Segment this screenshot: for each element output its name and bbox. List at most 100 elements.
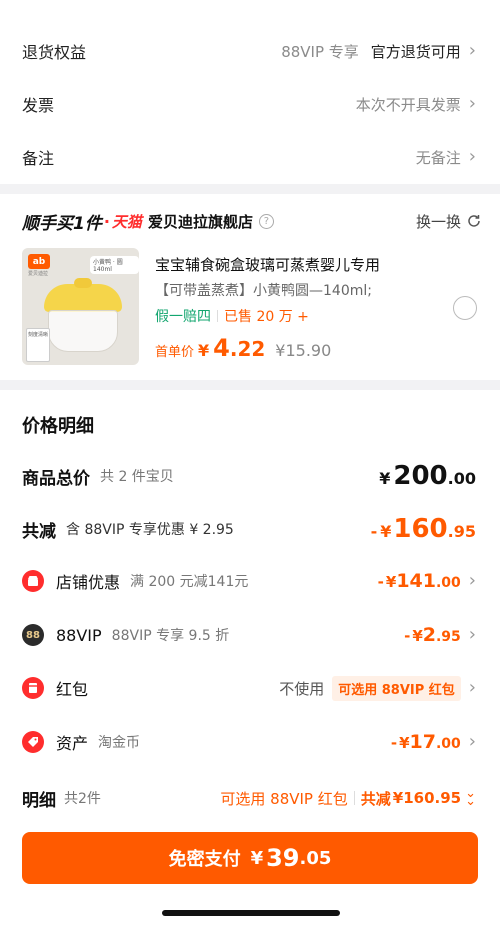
asset-row[interactable]: 资产 淘金币 - ¥ 17 .00 ›: [0, 722, 500, 762]
price-detail-card: 价格明细 商品总价 共 2 件宝贝 ¥ 200 .00 共减 含 88VIP 专…: [0, 390, 500, 928]
vip-amount: - ¥ 2 .95: [404, 624, 461, 646]
vip-tag: 88VIP 专享: [281, 42, 359, 61]
total-sub: 共 2 件宝贝: [100, 469, 174, 485]
tag-icon: [22, 731, 44, 753]
product-spec[interactable]: 【可带盖蒸煮】小黄鸭圆—140ml;: [155, 280, 455, 300]
vip-redpacket-tag[interactable]: 可选用 88VIP 红包: [332, 675, 461, 701]
product-price: 首单价 ¥ 4 .22 ¥15.90: [155, 334, 455, 362]
price-label: 首单价: [155, 345, 195, 360]
guarantee-badge: 假一赔四: [155, 309, 211, 325]
reduce-row: 共减 含 88VIP 专享优惠 ¥ 2.95 - ¥ 160 .95: [0, 507, 500, 551]
amount-sign: -: [377, 573, 384, 591]
amount-int: 17: [409, 731, 436, 753]
vip-label: 88VIP: [56, 625, 102, 645]
select-radio[interactable]: [453, 296, 477, 320]
total-label: 商品总价: [22, 468, 90, 489]
total-int: 200: [393, 461, 448, 491]
thumb-side: 刻度清晰: [27, 332, 48, 338]
invoice-row[interactable]: 发票 本次不开具发票 ›: [0, 77, 500, 131]
amount-dec: .00: [435, 736, 461, 752]
thumb-tag: 小黄鸭 · 圆140ml: [90, 256, 139, 274]
badge-dot: ·: [103, 211, 110, 231]
addon-card: 顺手买1件 · 天猫 爱贝迪拉旗舰店 ? 换一换 ab 小黄鸭 · 圆140ml…: [0, 194, 500, 380]
shop-discount-amount: - ¥ 141 .00: [378, 570, 461, 592]
double-chevron-down-icon: ⌄ ⌄: [465, 786, 476, 809]
detail-title: 价格明细: [22, 416, 94, 437]
pay-label: 免密支付: [168, 849, 241, 870]
note-label: 备注: [22, 149, 55, 168]
reduce-label: 共减: [22, 521, 56, 542]
return-row[interactable]: 退货权益 88VIP 专享 官方退货可用 ›: [0, 24, 500, 78]
invoice-value: 本次不开具发票: [355, 95, 461, 114]
swap-button[interactable]: 换一换: [416, 211, 482, 232]
scale-card: 刻度清晰: [26, 328, 50, 362]
vip-sub: 88VIP 专享 9.5 折: [111, 628, 230, 644]
amount-sym: ¥: [399, 734, 410, 752]
original-price: ¥15.90: [275, 341, 332, 360]
amount-sign: -: [404, 627, 411, 645]
amount-int: 141: [396, 570, 436, 592]
product-info: 宝宝辅食碗盒玻璃可蒸煮婴儿专用 【可带盖蒸煮】小黄鸭圆—140ml; 假一赔四 …: [155, 254, 455, 362]
pay-sym: ¥: [250, 847, 264, 869]
amount-dec: .95: [435, 629, 461, 645]
footer-summary[interactable]: 明细 共2件 可选用 88VIP 红包 共减 ¥160.95 ⌄ ⌄: [0, 778, 500, 818]
shop-discount-icon: [22, 570, 44, 592]
asset-amount: - ¥ 17 .00: [391, 731, 461, 753]
vip-row[interactable]: 88 88VIP 88VIP 专享 9.5 折 - ¥ 2 .95 ›: [0, 615, 500, 655]
footer-total-value: ¥160.95: [392, 789, 462, 807]
total-amount: ¥ 200 .00: [379, 461, 476, 491]
reduce-dec: .95: [447, 522, 476, 541]
pay-button[interactable]: 免密支付 ¥ 39 .05: [22, 832, 478, 884]
product-thumbnail[interactable]: ab 小黄鸭 · 圆140ml 刻度清晰 爱贝迪拉: [22, 248, 139, 365]
note-row[interactable]: 备注 无备注 ›: [0, 130, 500, 184]
bowl-lid-knob: [74, 278, 92, 288]
chevron-right-icon: ›: [468, 570, 476, 591]
tmall-badge: 天猫: [111, 212, 142, 231]
total-row: 商品总价 共 2 件宝贝 ¥ 200 .00: [0, 454, 500, 498]
chevron-right-icon: ›: [468, 93, 476, 114]
brand-logo: ab: [28, 254, 50, 269]
thumb-brand-sub: 爱贝迪拉: [28, 271, 49, 277]
return-value: 官方退货可用: [370, 42, 461, 61]
price-dec: .22: [229, 337, 266, 361]
shop-name[interactable]: 爱贝迪拉旗舰店: [148, 211, 253, 232]
red-packet-right: 不使用 可选用 88VIP 红包: [279, 675, 461, 701]
product-title[interactable]: 宝宝辅食碗盒玻璃可蒸煮婴儿专用: [155, 254, 455, 276]
total-sym: ¥: [379, 469, 391, 488]
pay-dec: .05: [299, 847, 332, 869]
footer-label: 明细: [22, 790, 56, 811]
bowl-body: [48, 310, 118, 352]
not-use-label: 不使用: [279, 679, 325, 698]
chevron-right-icon: ›: [468, 677, 476, 698]
reduce-sym: ¥: [380, 522, 392, 541]
chevron-right-icon: ›: [468, 146, 476, 167]
chevron-right-icon: ›: [468, 40, 476, 61]
footer-promo: 可选用 88VIP 红包: [220, 789, 348, 808]
pay-int: 39: [266, 844, 300, 872]
divider: [353, 791, 355, 805]
shop-discount-row[interactable]: 店铺优惠 满 200 元减141元 - ¥ 141 .00 ›: [0, 561, 500, 601]
footer-right: 可选用 88VIP 红包 共减 ¥160.95 ⌄ ⌄: [220, 786, 476, 809]
reduce-sub: 含 88VIP 专享优惠 ¥ 2.95: [66, 522, 234, 538]
amount-sym: ¥: [385, 573, 397, 591]
reduce-sign: -: [370, 522, 378, 541]
shop-discount-label: 店铺优惠: [56, 573, 121, 592]
help-icon[interactable]: ?: [258, 213, 274, 229]
red-packet-label: 红包: [56, 680, 89, 699]
shop-header: 顺手买1件 · 天猫 爱贝迪拉旗舰店 ? 换一换: [22, 208, 482, 234]
price-symbol: ¥: [198, 341, 210, 360]
asset-label: 资产: [56, 734, 89, 753]
red-packet-row[interactable]: 红包 不使用 可选用 88VIP 红包 ›: [0, 668, 500, 708]
amount-sign: -: [390, 734, 398, 752]
total-dec: .00: [447, 469, 476, 488]
amount-sym: ¥: [412, 627, 423, 645]
footer-total-label: 共减: [360, 789, 391, 808]
amount-dec: .00: [435, 575, 461, 591]
footer-count: 共2件: [64, 791, 101, 807]
refresh-icon: [468, 215, 480, 227]
invoice-label: 发票: [22, 96, 55, 115]
divider: [217, 310, 218, 322]
product-badges: 假一赔四 已售 20 万 +: [155, 306, 455, 326]
reduce-amount: - ¥ 160 .95: [371, 514, 476, 544]
asset-sub: 淘金币: [98, 735, 141, 751]
